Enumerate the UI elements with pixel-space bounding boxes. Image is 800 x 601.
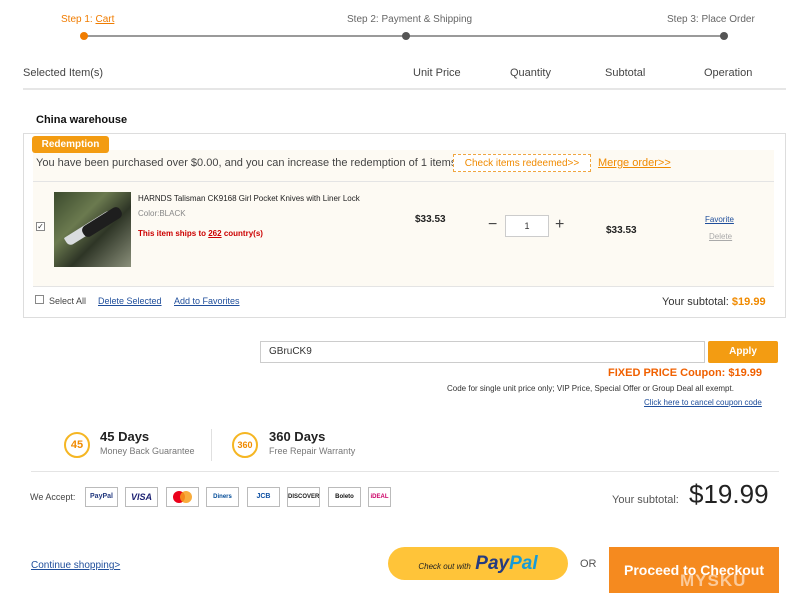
step-1-cart-link[interactable]: Cart bbox=[95, 14, 114, 25]
redemption-notice: You have been purchased over $0.00, and … bbox=[36, 157, 457, 169]
ideal-icon: iDEAL bbox=[368, 487, 391, 507]
header-subtotal: Subtotal bbox=[605, 67, 646, 79]
guarantee-360-title: 360 Days bbox=[269, 429, 326, 444]
select-all-checkbox[interactable] bbox=[35, 295, 44, 304]
delete-selected-link[interactable]: Delete Selected bbox=[98, 296, 162, 306]
diners-club-icon: Diners bbox=[206, 487, 239, 507]
redemption-badge: Redemption bbox=[32, 136, 109, 153]
step-3-label: Step 3: Place Order bbox=[667, 14, 755, 25]
coupon-code-input[interactable]: GBruCK9 bbox=[260, 341, 705, 363]
jcb-card-icon: JCB bbox=[247, 487, 280, 507]
paypal-card-icon: PayPal bbox=[85, 487, 118, 507]
step-3-dot bbox=[720, 32, 728, 40]
apply-coupon-button[interactable]: Apply bbox=[708, 341, 778, 363]
qty-increase-button[interactable]: + bbox=[555, 216, 564, 234]
ship-suffix: country(s) bbox=[221, 229, 263, 238]
discover-card-icon: DISCOVER bbox=[287, 487, 320, 507]
fixed-price-coupon-text: FIXED PRICE Coupon: $19.99 bbox=[608, 367, 763, 379]
guarantee-separator bbox=[211, 429, 212, 461]
select-all-label[interactable]: Select All bbox=[49, 296, 86, 306]
unit-price: $33.53 bbox=[415, 214, 446, 225]
panel-subtotal: Your subtotal: $19.99 bbox=[662, 296, 766, 308]
watermark: MYSKU bbox=[680, 571, 747, 590]
guarantee-45-subtitle: Money Back Guarantee bbox=[100, 446, 195, 456]
step-1-dot bbox=[80, 32, 88, 40]
mastercard-circles-icon bbox=[173, 491, 192, 503]
item-subtotal: $33.53 bbox=[606, 225, 637, 236]
add-to-favorites-link[interactable]: Add to Favorites bbox=[174, 296, 240, 306]
quantity-input[interactable]: 1 bbox=[505, 215, 549, 237]
or-separator: OR bbox=[580, 558, 597, 570]
ship-prefix: This item ships to bbox=[138, 229, 209, 238]
item-checkbox[interactable]: ✓ bbox=[36, 222, 45, 231]
header-divider bbox=[23, 88, 786, 90]
qty-decrease-button[interactable]: − bbox=[488, 216, 497, 234]
paypal-checkout-button[interactable]: Check out with PayPal bbox=[388, 547, 568, 580]
product-name-link[interactable]: HARNDS Talisman CK9168 Girl Pocket Knive… bbox=[138, 194, 360, 203]
guarantee-45-icon: 45 bbox=[64, 432, 90, 458]
check-items-redeemed-button[interactable]: Check items redeemed>> bbox=[453, 154, 591, 172]
coupon-note: Code for single unit price only; VIP Pri… bbox=[447, 384, 734, 393]
step-2-label: Step 2: Payment & Shipping bbox=[347, 14, 473, 25]
ship-country-count-link[interactable]: 262 bbox=[208, 229, 221, 238]
favorite-link[interactable]: Favorite bbox=[705, 215, 734, 224]
warehouse-title: China warehouse bbox=[36, 114, 128, 126]
panel-subtotal-value: $19.99 bbox=[731, 296, 766, 308]
guarantee-360-icon: 360 bbox=[232, 432, 258, 458]
panel-subtotal-label: Your subtotal: bbox=[662, 296, 732, 308]
product-color: Color:BLACK bbox=[138, 209, 186, 218]
knife-handle-shape bbox=[80, 205, 124, 239]
visa-card-icon: VISA bbox=[125, 487, 158, 507]
step-1-prefix: Step 1: bbox=[61, 14, 96, 25]
total-subtotal-label: Your subtotal: bbox=[612, 494, 679, 506]
header-unit-price: Unit Price bbox=[413, 67, 461, 79]
header-selected-items: Selected Item(s) bbox=[23, 67, 104, 79]
guarantee-360-subtitle: Free Repair Warranty bbox=[269, 446, 356, 456]
paypal-logo-pal: Pal bbox=[509, 553, 538, 574]
paypal-logo-pay: Pay bbox=[475, 553, 510, 574]
redemption-area bbox=[33, 150, 774, 286]
paypal-checkout-prefix: Check out with bbox=[418, 562, 471, 571]
we-accept-label: We Accept: bbox=[30, 492, 76, 502]
header-quantity: Quantity bbox=[510, 67, 551, 79]
mastercard-icon bbox=[166, 487, 199, 507]
guarantee-45-title: 45 Days bbox=[100, 429, 150, 444]
product-shipping-info: This item ships to 262 country(s) bbox=[138, 229, 263, 238]
guarantee-divider bbox=[31, 471, 779, 472]
cancel-coupon-link[interactable]: Click here to cancel coupon code bbox=[644, 398, 762, 407]
continue-shopping-link[interactable]: Continue shopping> bbox=[31, 560, 120, 571]
product-thumbnail[interactable] bbox=[54, 192, 131, 267]
step-1-label: Step 1: Cart bbox=[61, 14, 114, 25]
item-bottom-divider bbox=[33, 286, 774, 287]
merge-order-link[interactable]: Merge order>> bbox=[598, 157, 671, 169]
header-operation: Operation bbox=[704, 67, 753, 79]
boleto-icon: Boleto bbox=[328, 487, 361, 507]
step-2-dot bbox=[402, 32, 410, 40]
total-subtotal-value: $19.99 bbox=[689, 479, 769, 509]
item-top-divider bbox=[33, 181, 774, 182]
delete-link[interactable]: Delete bbox=[709, 232, 732, 241]
